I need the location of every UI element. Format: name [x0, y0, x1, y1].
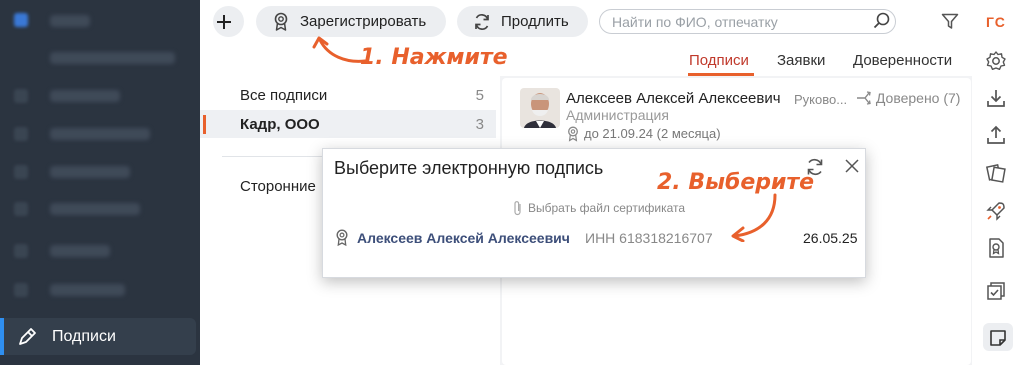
register-button-label: Зарегистрировать — [300, 13, 427, 30]
app-logo-icon[interactable] — [14, 13, 28, 27]
trusted-count: Доверено (7) — [875, 90, 961, 106]
sidebar-item-label: Подписи — [52, 328, 116, 345]
avatar — [520, 88, 560, 128]
plus-icon — [216, 14, 231, 29]
checklist-icon[interactable] — [985, 280, 1007, 302]
rocket-icon[interactable] — [985, 200, 1007, 222]
search-icon[interactable] — [873, 12, 891, 30]
filter-item-count: 3 — [475, 115, 484, 133]
filter-item-all[interactable]: Все подписи 5 — [200, 81, 496, 109]
sidebar-blurred-item[interactable] — [50, 203, 140, 215]
filter-item-company[interactable]: Кадр, ООО 3 — [200, 110, 496, 138]
close-icon[interactable] — [844, 158, 860, 174]
filter-item-count: 5 — [475, 86, 484, 104]
download-icon[interactable] — [985, 87, 1007, 109]
sidebar-blurred-item[interactable] — [50, 128, 150, 140]
tab-signatures[interactable]: Подписи — [689, 52, 749, 69]
certificate-icon — [274, 12, 288, 31]
signer-role: Руково... — [794, 92, 848, 107]
annotation-step-1: 1. Нажмите — [360, 45, 508, 70]
signer-department: Администрация — [566, 107, 669, 123]
trusted-link[interactable]: Доверено (7) — [856, 90, 960, 106]
filter-icon[interactable] — [941, 13, 959, 30]
certificate-expiry: 26.05.25 — [803, 230, 858, 246]
selected-indicator — [203, 115, 206, 134]
extend-button[interactable]: Продлить — [457, 6, 588, 37]
share-icon — [857, 91, 871, 105]
sidebar-blurred-item[interactable] — [50, 284, 125, 296]
filter-item-label: Сторонние — [240, 177, 316, 195]
documents-icon[interactable] — [985, 162, 1007, 184]
sidebar-item-icon — [14, 202, 28, 216]
certificate-icon — [568, 126, 578, 142]
sidebar-item-icon — [14, 244, 28, 258]
annotation-arrow — [731, 193, 777, 242]
filter-item-label: Все подписи — [240, 86, 328, 104]
certificate-icon — [336, 229, 348, 247]
select-certificate-file-link[interactable]: Выбрать файл сертификата — [513, 200, 685, 216]
tab-powers-of-attorney[interactable]: Доверенности — [853, 52, 952, 69]
sidebar-blurred-item[interactable] — [50, 52, 175, 64]
sidebar-blurred-item[interactable] — [50, 90, 120, 102]
extend-button-label: Продлить — [501, 13, 569, 30]
sidebar-active-indicator — [0, 318, 4, 355]
upload-icon[interactable] — [985, 124, 1007, 146]
validity-period: до 21.09.24 (2 месяца) — [584, 126, 721, 141]
add-button[interactable] — [213, 6, 244, 37]
filter-item-label: Кадр, ООО — [240, 115, 320, 133]
paperclip-icon — [514, 201, 521, 216]
certificate-doc-icon[interactable] — [985, 237, 1007, 259]
gc-logo[interactable]: ГС — [986, 14, 1006, 30]
signer-name: Алексеев Алексей Алексеевич — [566, 90, 781, 107]
sidebar-item-icon — [14, 89, 28, 103]
select-file-label: Выбрать файл сертификата — [528, 201, 686, 215]
sidebar-blurred-item[interactable] — [50, 15, 90, 27]
sidebar-item-icon — [14, 127, 28, 141]
sidebar-blurred-item[interactable] — [50, 166, 130, 178]
dialog-title: Выберите электронную подпись — [334, 158, 604, 178]
pen-icon — [19, 328, 36, 345]
gear-icon[interactable] — [985, 50, 1007, 72]
sidebar-item-icon — [14, 165, 28, 179]
register-button[interactable]: Зарегистрировать — [256, 6, 446, 37]
sidebar-blurred-item[interactable] — [50, 245, 110, 257]
certificate-inn: ИНН 618318216707 — [585, 230, 713, 246]
refresh-icon — [475, 13, 489, 30]
sidebar-item-icon — [14, 283, 28, 297]
note-icon — [990, 330, 1006, 346]
search-input[interactable]: Найти по ФИО, отпечатку — [599, 9, 896, 34]
tab-requests[interactable]: Заявки — [777, 52, 825, 69]
certificate-owner[interactable]: Алексеев Алексей Алексеевич — [357, 230, 570, 246]
